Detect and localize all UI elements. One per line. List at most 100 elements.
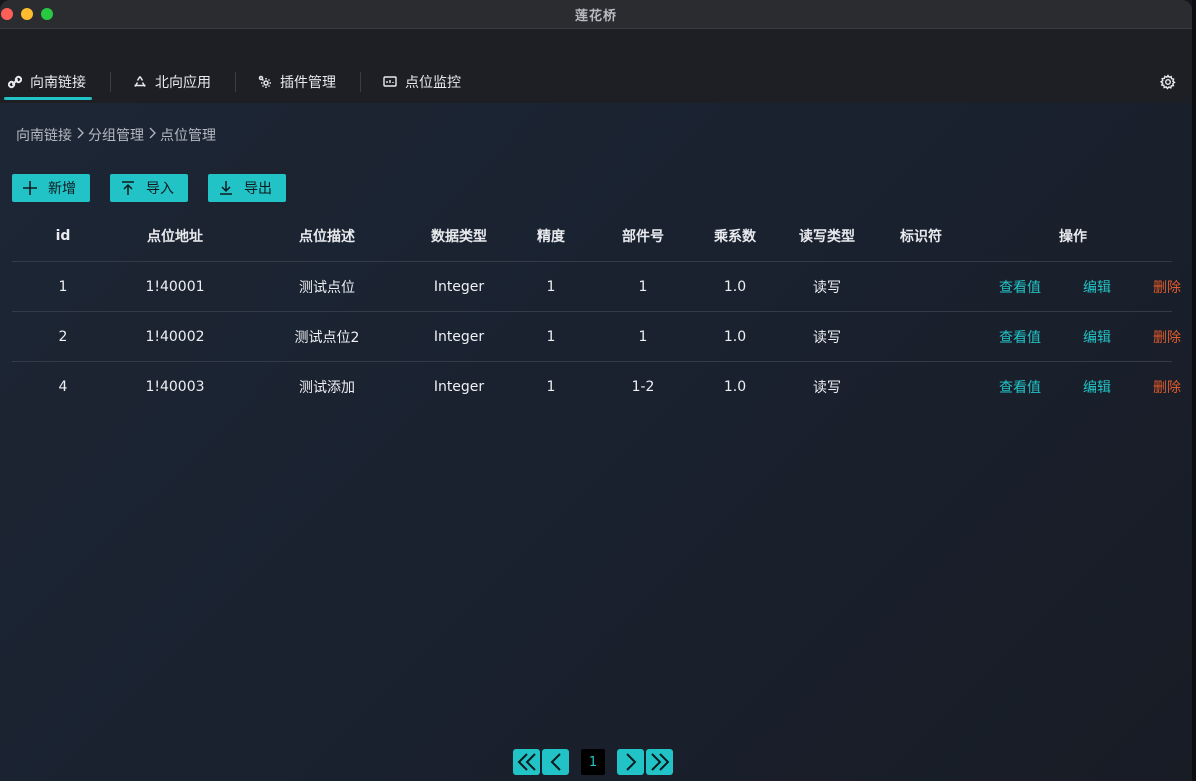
chevron-right-icon xyxy=(625,753,636,771)
delete-link[interactable]: 删除 xyxy=(1153,377,1181,397)
monitor-icon xyxy=(383,75,397,89)
plus-icon xyxy=(23,181,37,195)
cell-rw: 读写 xyxy=(786,261,868,312)
cell-actions: 查看值 编辑 删除 xyxy=(974,311,1181,362)
table-row: 4 1!40003 测试添加 Integer 1 1-2 1.0 读写 查看值 … xyxy=(12,362,1181,412)
column-header: 点位地址 xyxy=(114,211,236,262)
tab-monitor-label: 点位监控 xyxy=(405,75,461,91)
chevron-left-icon xyxy=(550,753,561,771)
recycle-icon xyxy=(133,75,147,89)
cell-ident xyxy=(868,362,974,412)
plugin-gear-icon xyxy=(258,75,272,89)
app-window: 莲花桥 向南链接 北向应用 插件管理 点位监控 向南链接 分组管理 点位管理 新… xyxy=(0,0,1192,781)
column-header: id xyxy=(12,211,114,262)
delete-link[interactable]: 删除 xyxy=(1153,277,1181,297)
column-header: 点位描述 xyxy=(236,211,418,262)
delete-link[interactable]: 删除 xyxy=(1153,327,1181,347)
breadcrumb-southbound[interactable]: 向南链接 xyxy=(16,125,72,145)
tab-plugins[interactable]: 插件管理 xyxy=(250,62,346,102)
last-page-button[interactable] xyxy=(646,749,673,775)
cell-ident xyxy=(868,261,974,312)
prev-page-button[interactable] xyxy=(542,749,569,775)
tab-northbound-label: 北向应用 xyxy=(155,75,211,91)
close-window-button[interactable] xyxy=(1,8,13,20)
current-page-indicator[interactable]: 1 xyxy=(581,749,605,775)
tab-monitor[interactable]: 点位监控 xyxy=(375,62,471,102)
column-header: 部件号 xyxy=(602,211,684,262)
tab-divider xyxy=(235,72,236,92)
cell-desc: 测试添加 xyxy=(299,379,355,396)
cell-address: 1!40001 xyxy=(114,261,236,312)
tab-southbound-label: 向南链接 xyxy=(30,75,86,91)
cell-actions: 查看值 编辑 删除 xyxy=(974,362,1181,412)
cell-precision: 1 xyxy=(500,311,602,362)
edit-link[interactable]: 编辑 xyxy=(1083,277,1111,297)
toolbar: 新增 导入 导出 xyxy=(12,174,286,202)
double-chevron-left-icon xyxy=(517,753,536,771)
breadcrumb-group[interactable]: 分组管理 xyxy=(88,125,144,145)
tab-northbound[interactable]: 北向应用 xyxy=(125,62,221,102)
cell-type: Integer xyxy=(418,261,500,312)
column-header: 读写类型 xyxy=(786,211,868,262)
cell-precision: 1 xyxy=(546,378,556,395)
cell-part: 1-2 xyxy=(631,378,655,395)
cell-id: 2 xyxy=(12,311,114,362)
breadcrumb: 向南链接 分组管理 点位管理 xyxy=(16,125,216,145)
upload-icon xyxy=(122,181,134,195)
minimize-window-button[interactable] xyxy=(21,8,33,20)
view-value-link[interactable]: 查看值 xyxy=(999,377,1041,397)
view-value-link[interactable]: 查看值 xyxy=(999,277,1041,297)
tab-divider xyxy=(110,72,111,92)
add-button[interactable]: 新增 xyxy=(12,174,90,202)
main-tabs: 向南链接 北向应用 插件管理 点位监控 xyxy=(0,62,471,102)
cell-type: Integer xyxy=(433,378,485,395)
first-page-button[interactable] xyxy=(513,749,540,775)
window-title: 莲花桥 xyxy=(574,8,617,24)
edit-link[interactable]: 编辑 xyxy=(1083,327,1111,347)
breadcrumb-points: 点位管理 xyxy=(160,128,216,144)
cell-ident xyxy=(868,311,974,362)
double-chevron-right-icon xyxy=(650,753,669,771)
edit-link[interactable]: 编辑 xyxy=(1083,377,1111,397)
tab-southbound[interactable]: 向南链接 xyxy=(0,62,96,102)
table-row: 1 1!40001 测试点位 Integer 1 1 1.0 读写 查看值 编辑… xyxy=(12,261,1181,312)
tab-divider xyxy=(360,72,361,92)
view-value-link[interactable]: 查看值 xyxy=(999,327,1041,347)
next-page-button[interactable] xyxy=(617,749,644,775)
traffic-lights xyxy=(0,8,53,20)
link-icon xyxy=(8,75,22,89)
download-icon xyxy=(220,181,232,195)
cell-precision: 1 xyxy=(500,261,602,312)
export-button-label: 导出 xyxy=(244,181,272,197)
pagination: 1 xyxy=(513,749,673,775)
export-button[interactable]: 导出 xyxy=(208,174,286,202)
desktop-edge xyxy=(1192,0,1196,781)
column-header: 乘系数 xyxy=(684,211,786,262)
column-header: 操作 xyxy=(974,211,1172,262)
cell-part: 1 xyxy=(602,261,684,312)
cell-mult: 1.0 xyxy=(723,378,747,395)
title-bar: 莲花桥 xyxy=(0,0,1192,29)
main-content: 向南链接 分组管理 点位管理 新增 导入 导出 id 点位地址 点位描述 数据类… xyxy=(0,103,1192,781)
cell-desc: 测试点位2 xyxy=(236,311,418,362)
cell-rw: 读写 xyxy=(813,379,841,396)
import-button[interactable]: 导入 xyxy=(110,174,188,202)
cell-id: 4 xyxy=(58,378,68,395)
cell-mult: 1.0 xyxy=(684,311,786,362)
cell-id: 1 xyxy=(12,261,114,312)
add-button-label: 新增 xyxy=(48,181,76,197)
chevron-right-icon xyxy=(147,127,157,143)
chevron-right-icon xyxy=(75,127,85,143)
settings-gear-icon[interactable] xyxy=(1159,74,1176,90)
column-header: 标识符 xyxy=(868,211,974,262)
cell-address: 1!40002 xyxy=(114,311,236,362)
cell-desc: 测试点位 xyxy=(236,261,418,312)
maximize-window-button[interactable] xyxy=(41,8,53,20)
cell-address: 1!40003 xyxy=(145,378,205,395)
cell-mult: 1.0 xyxy=(684,261,786,312)
points-table: id 点位地址 点位描述 数据类型 精度 部件号 乘系数 读写类型 标识符 操作… xyxy=(12,211,1181,412)
table-row: 2 1!40002 测试点位2 Integer 1 1 1.0 读写 查看值 编… xyxy=(12,311,1181,362)
cell-type: Integer xyxy=(418,311,500,362)
import-button-label: 导入 xyxy=(146,181,174,197)
tab-plugins-label: 插件管理 xyxy=(280,75,336,91)
